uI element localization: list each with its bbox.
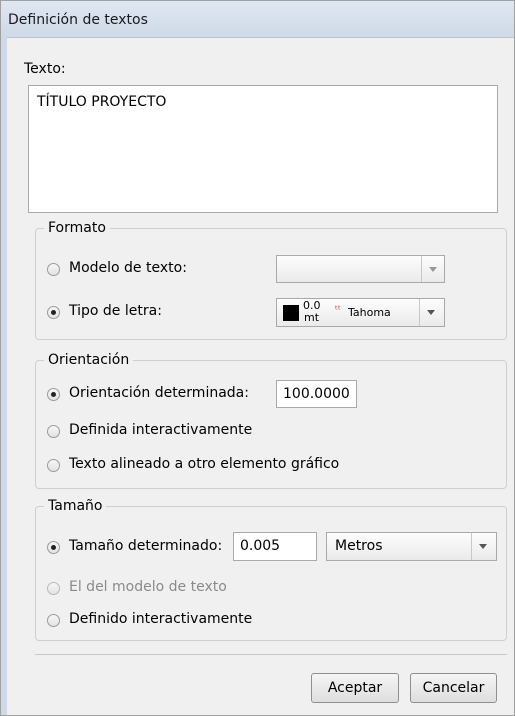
orientacion-interactiva-label: Definida interactivamente (69, 422, 253, 438)
font-name: Tahoma (348, 306, 391, 319)
orientacion-determinada-label: Orientación determinada: (69, 385, 249, 401)
font-color-swatch (283, 305, 299, 321)
window-title: Definición de textos (8, 12, 148, 28)
dialog-window: Definición de textos Texto: TÍTULO PROYE… (0, 0, 515, 716)
chevron-down-icon (471, 533, 496, 560)
units-value: Metros (335, 538, 383, 554)
chevron-down-icon (419, 299, 444, 326)
modelo-texto-combo[interactable] (276, 255, 445, 283)
modelo-texto-radio[interactable] (47, 263, 60, 276)
aceptar-button[interactable]: Aceptar (311, 673, 399, 703)
units-combo[interactable]: Metros (326, 532, 497, 561)
orientacion-alineado-label: Texto alineado a otro elemento gráfico (69, 456, 340, 472)
chevron-down-icon (421, 256, 444, 282)
texto-textarea[interactable]: TÍTULO PROYECTO (28, 85, 498, 213)
modelo-texto-label: Modelo de texto: (69, 260, 187, 276)
tamano-modelo-radio[interactable] (47, 582, 60, 595)
tamano-interactivo-radio[interactable] (47, 614, 60, 627)
button-separator (35, 654, 507, 655)
tipo-letra-radio[interactable] (47, 306, 60, 319)
tamano-determinado-label: Tamaño determinado: (69, 538, 223, 554)
tamano-modelo-label: El del modelo de texto (69, 579, 227, 595)
title-bar[interactable]: Definición de textos (1, 1, 514, 38)
tamano-interactivo-label: Definido interactivamente (69, 611, 253, 627)
tamano-legend: Tamaño (48, 498, 103, 514)
font-type-icon: ᵗᵗ (335, 305, 341, 316)
cancelar-button[interactable]: Cancelar (410, 673, 497, 703)
orientacion-interactiva-radio[interactable] (47, 425, 60, 438)
window-left-edge (1, 37, 7, 715)
font-size-top: 0.0 (303, 299, 321, 312)
orientacion-value-input[interactable]: 100.0000 (276, 380, 357, 408)
formato-legend: Formato (48, 220, 106, 236)
orientacion-alineado-radio[interactable] (47, 459, 60, 472)
orientacion-legend: Orientación (48, 352, 130, 368)
tamano-value-input[interactable]: 0.005 (233, 532, 317, 561)
tamano-determinado-radio[interactable] (47, 541, 60, 554)
tipo-letra-combo[interactable]: 0.0 mt ᵗᵗ Tahoma (276, 298, 445, 327)
orientacion-determinada-radio[interactable] (47, 388, 60, 401)
font-size-unit: mt (304, 311, 320, 324)
texto-label: Texto: (24, 61, 66, 77)
tipo-letra-label: Tipo de letra: (69, 303, 162, 319)
